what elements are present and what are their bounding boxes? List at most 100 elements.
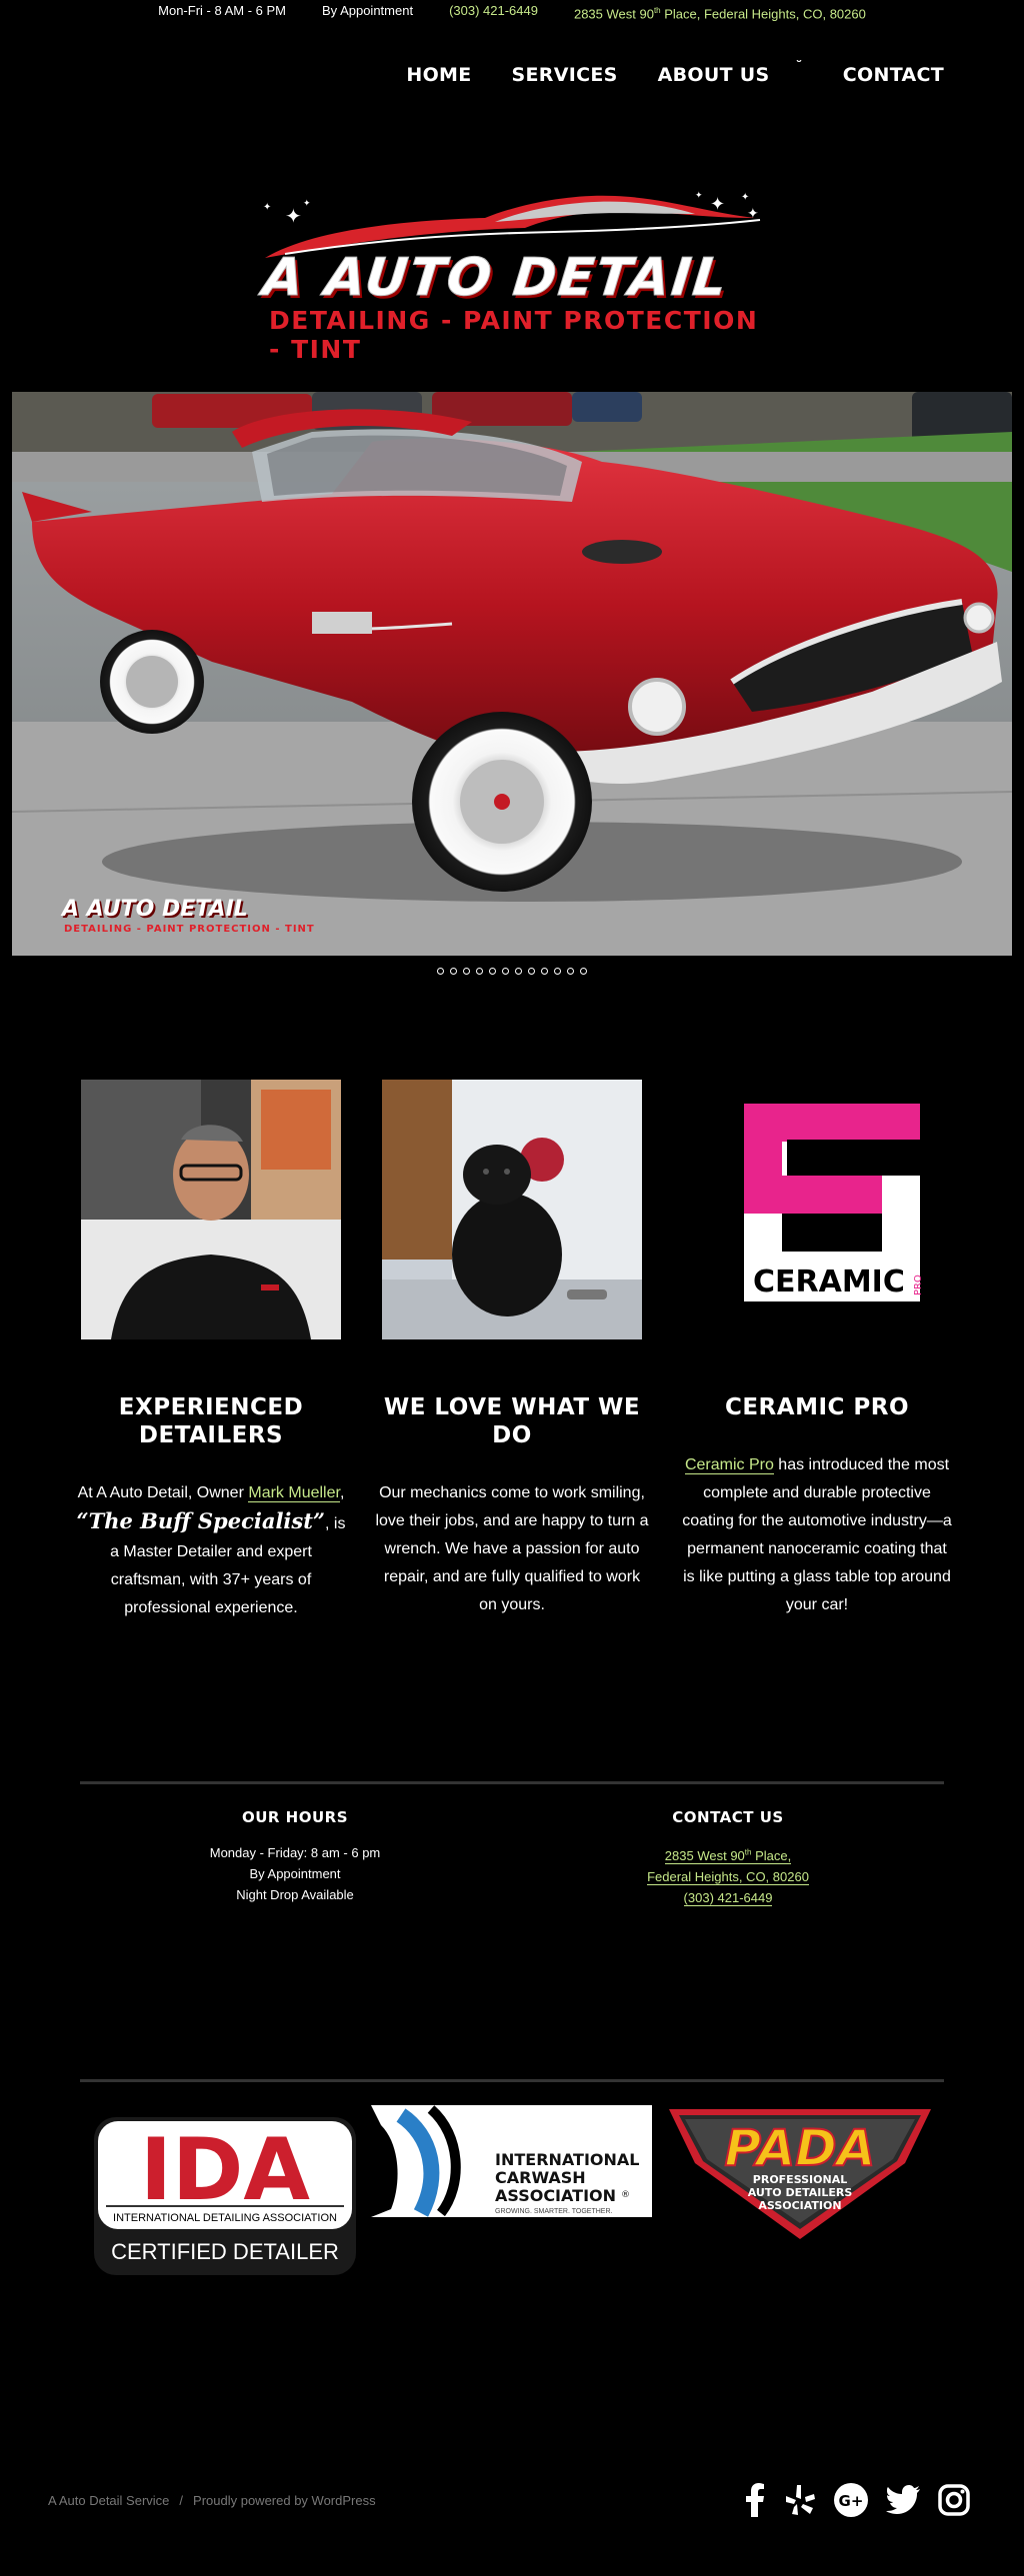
ceramic-pro-link[interactable]: Ceramic Pro	[684, 1456, 774, 1474]
appointment-text: By Appointment	[322, 3, 414, 18]
pada-line1: PROFESSIONAL	[753, 2173, 847, 2186]
slider-dot[interactable]	[515, 968, 522, 975]
top-info-bar: Mon-Fri - 8 AM - 6 PM By Appointment (30…	[0, 0, 1024, 22]
pada-line3: ASSOCIATION	[758, 2199, 841, 2212]
feature-title: CERAMIC PRO	[724, 1394, 910, 1420]
hours-widget: OUR HOURS Monday - Friday: 8 am - 6 pm B…	[145, 1807, 445, 1905]
ceramic-pro-logo: CERAMIC PRO	[687, 1080, 947, 1339]
ica-line3: ASSOCIATION	[495, 2186, 616, 2205]
ceramic-logo-sub: PRO	[913, 1275, 924, 1295]
nav-contact[interactable]: CONTACT	[843, 64, 944, 86]
feature-text: At A Auto Detail, Owner Mark Mueller, “T…	[74, 1479, 349, 1622]
phone-link[interactable]: (303) 421-6449	[449, 0, 538, 22]
hero-slider[interactable]: A AUTO DETAIL DETAILING - PAINT PROTECTI…	[12, 392, 1012, 956]
slider-dot[interactable]	[437, 968, 444, 975]
slider-dots	[0, 968, 1024, 975]
logo-tagline: DETAILING - PAINT PROTECTION - TINT	[269, 306, 759, 364]
address-rest: Place, Federal Heights, CO, 80260	[660, 6, 866, 22]
owner-photo	[81, 1080, 341, 1339]
dog-photo	[382, 1080, 642, 1339]
svg-text:✦: ✦	[263, 202, 271, 213]
feature-ceramic-pro: CERAMIC PRO CERAMIC PRO Ceramic Pro has …	[672, 1080, 962, 1619]
ida-cert: CERTIFIED DETAILER	[111, 2239, 339, 2264]
svg-text:✦: ✦	[741, 192, 749, 203]
chevron-down-icon[interactable]: ˘	[795, 59, 802, 75]
nav-home[interactable]: HOME	[406, 64, 471, 86]
feature-we-love-what-we-do: WE LOVE WHAT WE DO Our mechanics come to…	[367, 1080, 657, 1619]
slider-dot[interactable]	[554, 968, 561, 975]
logo-title: A AUTO DETAIL	[259, 248, 732, 309]
hours-line: Monday - Friday: 8 am - 6 pm	[209, 1845, 381, 1860]
social-links: G+	[744, 2483, 970, 2517]
svg-text:✦: ✦	[747, 205, 759, 221]
hero-car-image	[12, 392, 1012, 956]
slider-dot[interactable]	[450, 968, 457, 975]
ica-tag: GROWING. SMARTER. TOGETHER.	[495, 2208, 613, 2215]
slider-dot[interactable]	[528, 968, 535, 975]
svg-text:G+: G+	[839, 2492, 864, 2510]
svg-text:✦: ✦	[695, 190, 703, 200]
twitter-icon[interactable]	[886, 2485, 920, 2515]
slider-dot[interactable]	[463, 968, 470, 975]
hours-text: Mon-Fri - 8 AM - 6 PM	[158, 3, 286, 18]
slider-dot[interactable]	[502, 968, 509, 975]
hours-line: Night Drop Available	[236, 1887, 354, 1902]
contact-address-number: 2835 West 90	[664, 1848, 745, 1864]
hours-title: OUR HOURS	[241, 1808, 349, 1826]
buff-specialist-quote: “The Buff Specialist”	[76, 1508, 326, 1533]
yelp-icon[interactable]	[784, 2483, 816, 2517]
ida-name: INTERNATIONAL DETAILING ASSOCIATION	[113, 2212, 337, 2224]
facebook-icon[interactable]	[744, 2483, 766, 2517]
nav-about-us[interactable]: ABOUT US ˘	[657, 59, 803, 86]
main-nav: HOME SERVICES ABOUT US ˘ CONTACT	[406, 59, 944, 86]
ica-line1: INTERNATIONAL	[495, 2150, 639, 2169]
nav-about-us-label: ABOUT US	[657, 64, 770, 86]
site-logo[interactable]: ✦ ✦ ✦ ✦ ✦ ✦ ✦ A AUTO DETAIL DETAILING - …	[255, 188, 775, 364]
pada-line2: AUTO DETAILERS	[748, 2186, 853, 2199]
slider-dot[interactable]	[489, 968, 496, 975]
address-suffix: th	[653, 6, 661, 15]
slider-dot[interactable]	[567, 968, 574, 975]
slider-dot[interactable]	[541, 968, 548, 975]
slider-dot[interactable]	[580, 968, 587, 975]
feature-experienced-detailers: EXPERIENCED DETAILERS At A Auto Detail, …	[66, 1080, 356, 1622]
slider-dot[interactable]	[476, 968, 483, 975]
contact-title: CONTACT US	[672, 1808, 784, 1826]
feature-text-pre: At A Auto Detail, Owner	[77, 1484, 249, 1501]
ica-reg: ®	[621, 2190, 630, 2200]
wordpress-link[interactable]: Proudly powered by WordPress	[193, 2493, 376, 2508]
hours-line: By Appointment	[249, 1866, 341, 1881]
feature-title: EXPERIENCED DETAILERS	[118, 1394, 304, 1448]
credits-separator: /	[179, 2493, 184, 2508]
feature-text: Our mechanics come to work smiling, love…	[375, 1484, 649, 1613]
address-number: 2835 West 90	[573, 6, 654, 22]
ceramic-logo-text: CERAMIC	[753, 1265, 905, 1299]
pada-badge[interactable]: PADA PROFESSIONAL AUTO DETAILERS ASSOCIA…	[665, 2103, 935, 2243]
contact-city-link[interactable]: Federal Heights, CO, 80260	[647, 1869, 809, 1886]
ida-badge[interactable]: IDA INTERNATIONAL DETAILING ASSOCIATION …	[94, 2117, 356, 2275]
contact-address-rest: Place,	[751, 1848, 792, 1864]
divider	[80, 1781, 944, 1784]
feature-text: Ceramic Pro has introduced the most comp…	[680, 1451, 955, 1619]
address-link[interactable]: 2835 West 90th Place, Federal Heights, C…	[574, 0, 866, 22]
ica-badge[interactable]: INTERNATIONAL CARWASH ASSOCIATION ® GROW…	[371, 2105, 652, 2217]
feature-comma: ,	[339, 1484, 345, 1501]
site-name-link[interactable]: A Auto Detail Service	[48, 2493, 169, 2508]
pada-title: PADA	[725, 2119, 876, 2177]
hero-watermark-title: A AUTO DETAIL	[62, 897, 248, 922]
feature-text-post: has introduced the most complete and dur…	[682, 1456, 952, 1613]
instagram-icon[interactable]	[938, 2484, 970, 2516]
site-credits: A Auto Detail Service / Proudly powered by…	[48, 2493, 376, 2508]
svg-text:✦: ✦	[710, 194, 725, 214]
divider	[80, 2079, 944, 2082]
google-plus-icon[interactable]: G+	[834, 2483, 868, 2517]
ica-line2: CARWASH	[495, 2168, 586, 2187]
hero-watermark-tagline: DETAILING - PAINT PROTECTION - TINT	[64, 924, 315, 935]
feature-title: WE LOVE WHAT WE DO	[383, 1394, 641, 1448]
nav-services[interactable]: SERVICES	[512, 64, 618, 86]
contact-phone-link[interactable]: (303) 421-6449	[683, 1890, 773, 1907]
svg-text:✦: ✦	[285, 206, 302, 228]
contact-widget: CONTACT US 2835 West 90th Place, Federal…	[578, 1807, 878, 1908]
mark-mueller-link[interactable]: Mark Mueller	[248, 1484, 340, 1502]
contact-address-link[interactable]: 2835 West 90th Place,	[664, 1848, 792, 1865]
